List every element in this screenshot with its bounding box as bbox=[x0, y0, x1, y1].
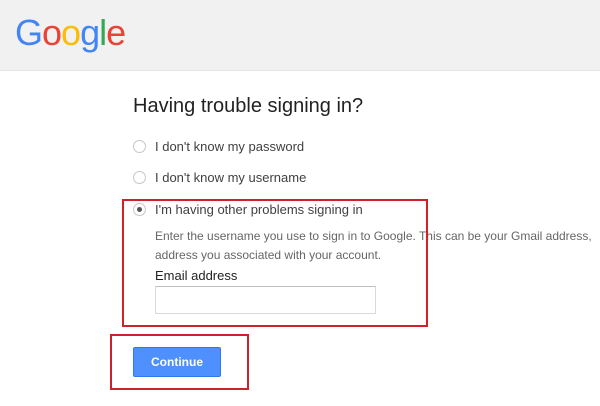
logo-letter: o bbox=[42, 12, 62, 53]
option-label: I don't know my username bbox=[155, 169, 307, 185]
logo-letter: G bbox=[15, 12, 43, 53]
email-field[interactable] bbox=[155, 286, 376, 314]
option-forgot-username[interactable]: I don't know my username bbox=[133, 168, 306, 186]
header-bar: Google bbox=[0, 0, 600, 71]
email-label: Email address bbox=[155, 268, 238, 283]
option-forgot-password[interactable]: I don't know my password bbox=[133, 137, 304, 155]
page-title: Having trouble signing in? bbox=[133, 95, 364, 117]
logo-letter: l bbox=[99, 12, 107, 53]
option-other-problems[interactable]: I'm having other problems signing in bbox=[133, 200, 363, 218]
description-line: Enter the username you use to sign in to… bbox=[155, 229, 592, 243]
logo-letter: g bbox=[80, 12, 100, 53]
radio-button-selected[interactable] bbox=[133, 202, 146, 216]
radio-button[interactable] bbox=[133, 170, 146, 184]
option-label: I'm having other problems signing in bbox=[155, 201, 363, 217]
logo-letter: o bbox=[61, 12, 81, 53]
radio-button[interactable] bbox=[133, 139, 146, 153]
logo-letter: e bbox=[106, 12, 126, 53]
option-description: Enter the username you use to sign in to… bbox=[155, 227, 600, 265]
google-logo[interactable]: Google bbox=[15, 12, 126, 53]
continue-button[interactable]: Continue bbox=[133, 347, 221, 377]
description-line: address you associated with your account… bbox=[155, 248, 382, 262]
option-label: I don't know my password bbox=[155, 138, 305, 154]
